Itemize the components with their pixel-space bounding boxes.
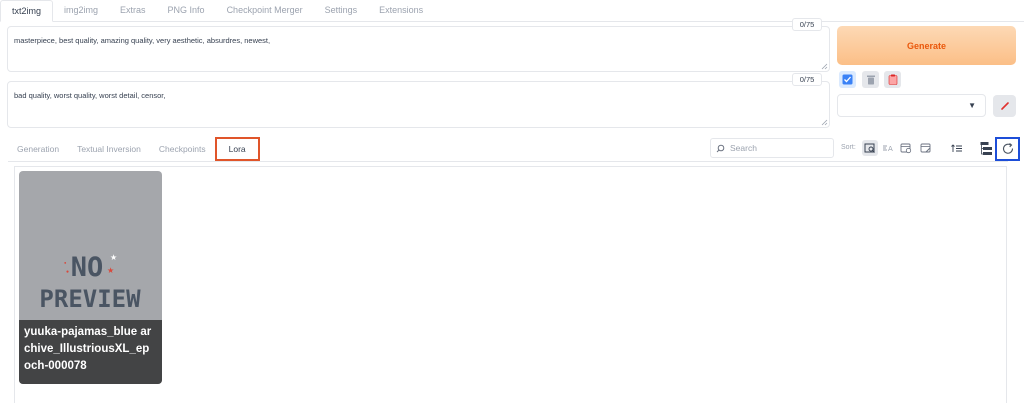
no-preview-line1: NO [71, 252, 104, 283]
svg-text:●: ● [66, 269, 69, 275]
tab-extras[interactable]: Extras [109, 0, 157, 21]
lora-card-title: yuuka-pajamas_blue ar chive_IllustriousX… [19, 320, 162, 384]
tree-view-icon [980, 141, 992, 155]
pencil-icon [1000, 102, 1009, 110]
svg-text:A: A [888, 145, 893, 153]
edit-styles-button[interactable] [993, 95, 1016, 117]
chevron-down-icon: ▼ [968, 101, 976, 110]
lora-card[interactable]: NO PREVIEW ★ ★ ● ● yuuka-pajamas_blue ar… [19, 171, 162, 384]
styles-dropdown[interactable]: ▼ [837, 94, 986, 117]
sort-path-icon [864, 143, 875, 153]
sort-date-created-icon [900, 143, 912, 154]
negative-prompt-text: bad quality, worst quality, worst detail… [14, 91, 166, 100]
trash-icon [866, 75, 875, 85]
sort-direction-button[interactable] [948, 140, 964, 156]
tab-lora[interactable]: Lora [214, 137, 260, 161]
sort-date-modified-icon [920, 143, 931, 153]
sort-label: Sort: [841, 144, 856, 151]
tree-view-button[interactable] [978, 139, 995, 157]
lora-cards-panel [14, 166, 1007, 403]
negative-prompt-textarea[interactable]: bad quality, worst quality, worst detail… [7, 81, 830, 128]
sort-by-name-button[interactable]: A [880, 140, 896, 156]
svg-text:●: ● [64, 260, 67, 265]
sort-by-path-button[interactable] [862, 140, 878, 156]
apply-styles-button[interactable] [884, 71, 901, 88]
prompt-text: masterpiece, best quality, amazing quali… [14, 36, 271, 45]
search-placeholder: Search [730, 143, 757, 153]
no-preview-placeholder: NO PREVIEW ★ ★ ● ● [39, 252, 141, 313]
prompt-textarea[interactable]: masterpiece, best quality, amazing quali… [7, 26, 830, 72]
resize-handle-icon[interactable] [821, 119, 828, 126]
checkbox-icon [842, 74, 853, 85]
generate-button[interactable]: Generate [837, 26, 1016, 65]
prompt-token-counter: 0/75 [792, 18, 822, 31]
tab-img2img[interactable]: img2img [53, 0, 109, 21]
clear-prompt-button[interactable] [862, 71, 879, 88]
main-tabs: txt2img img2img Extras PNG Info Checkpoi… [0, 0, 1024, 22]
refresh-icon [1002, 143, 1013, 154]
tab-textual-inversion[interactable]: Textual Inversion [68, 138, 150, 160]
sort-name-icon: A [883, 145, 893, 153]
tab-settings[interactable]: Settings [314, 0, 369, 21]
tab-txt2img[interactable]: txt2img [0, 0, 54, 22]
clipboard-icon [888, 74, 897, 85]
tab-checkpoints[interactable]: Checkpoints [150, 138, 215, 160]
no-preview-line2: PREVIEW [39, 285, 141, 313]
search-input[interactable]: Search [710, 138, 834, 158]
tab-generation[interactable]: Generation [8, 138, 68, 160]
sort-direction-icon [950, 144, 962, 152]
read-params-button[interactable] [839, 71, 856, 88]
tab-png-info[interactable]: PNG Info [157, 0, 216, 21]
tabs-divider [8, 161, 1008, 162]
refresh-button[interactable] [995, 137, 1020, 161]
tab-extensions[interactable]: Extensions [368, 0, 434, 21]
tab-checkpoint-merger[interactable]: Checkpoint Merger [216, 0, 314, 21]
sort-by-date-created-button[interactable] [898, 140, 914, 156]
extra-networks-tabs: Generation Textual Inversion Checkpoints… [8, 137, 260, 161]
negative-prompt-token-counter: 0/75 [792, 73, 822, 86]
resize-handle-icon[interactable] [821, 63, 828, 70]
search-icon [716, 144, 725, 152]
sort-by-date-modified-button[interactable] [918, 140, 934, 156]
svg-text:★: ★ [107, 266, 114, 275]
svg-text:★: ★ [110, 253, 117, 262]
